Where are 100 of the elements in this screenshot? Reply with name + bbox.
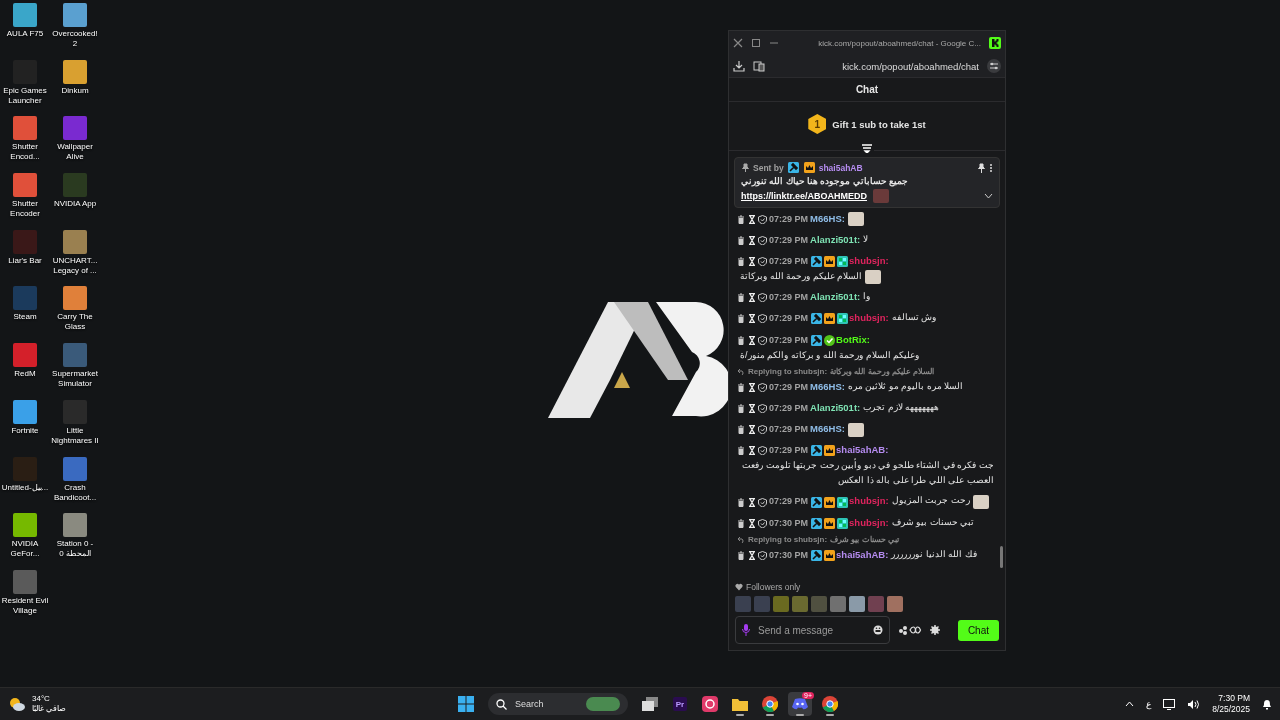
emoji-icon[interactable]: [873, 625, 883, 635]
username[interactable]: Alanzi501t:: [810, 233, 861, 245]
app-icon[interactable]: [13, 116, 37, 141]
shield-icon[interactable]: [758, 446, 768, 456]
pin-icon[interactable]: [977, 162, 986, 173]
icon-label[interactable]: NVIDIA App: [50, 199, 100, 210]
icon-label[interactable]: Shutter Encoder: [0, 199, 50, 220]
search-bar[interactable]: Search: [488, 693, 628, 715]
icon-label[interactable]: Epic Games Launcher: [0, 85, 50, 106]
clock-date[interactable]: 8/25/2025: [1212, 704, 1250, 715]
trash-icon[interactable]: [737, 293, 745, 303]
username[interactable]: BotRix:: [836, 333, 870, 345]
username[interactable]: shai5ahAB: [818, 162, 863, 173]
bell-icon[interactable]: [1262, 698, 1272, 710]
app-icon[interactable]: [63, 513, 87, 538]
users-infinity-icon[interactable]: [898, 625, 922, 635]
icon-label[interactable]: Untitled-بيل...: [0, 482, 50, 493]
icon-label[interactable]: UNCHART... Legacy of ...: [50, 255, 100, 276]
trash-icon[interactable]: [737, 404, 745, 414]
icon-label[interactable]: Dinkum: [50, 85, 100, 96]
app-icon[interactable]: [13, 173, 37, 198]
hourglass-icon[interactable]: [747, 235, 756, 245]
shield-icon[interactable]: [758, 497, 768, 507]
app-icon[interactable]: [63, 286, 87, 311]
icon-label[interactable]: Fortnite: [0, 425, 50, 436]
shield-icon[interactable]: [758, 335, 768, 345]
sliders-icon[interactable]: [987, 59, 1001, 73]
link[interactable]: https://linktr.ee/ABOAHMEDD: [741, 191, 867, 201]
scrollbar-thumb[interactable]: [1000, 546, 1003, 568]
trash-icon[interactable]: [737, 550, 745, 560]
icon-label[interactable]: Overcooked! 2: [50, 29, 100, 49]
icon-label[interactable]: Crash Bandicoot...: [50, 482, 100, 503]
hourglass-icon[interactable]: [747, 257, 756, 267]
app-icon[interactable]: [13, 343, 37, 368]
trash-icon[interactable]: [737, 497, 745, 507]
trash-icon[interactable]: [737, 382, 745, 392]
shield-icon[interactable]: [758, 550, 768, 560]
username[interactable]: shubsjn:: [849, 495, 889, 507]
network-icon[interactable]: [1163, 698, 1176, 710]
shield-icon[interactable]: [758, 314, 768, 324]
shield-icon[interactable]: [758, 214, 768, 224]
app-icon[interactable]: [63, 59, 87, 84]
hourglass-icon[interactable]: [747, 335, 756, 345]
trash-icon[interactable]: [737, 446, 745, 456]
shield-icon[interactable]: [758, 382, 768, 392]
username[interactable]: shubsjn:: [849, 254, 889, 266]
icon-label[interactable]: Wallpaper Alive: [50, 142, 100, 163]
app-icon[interactable]: [63, 456, 87, 481]
trash-icon[interactable]: [737, 425, 745, 435]
app-icon[interactable]: [13, 399, 37, 424]
hourglass-icon[interactable]: [747, 446, 756, 456]
shield-icon[interactable]: [758, 518, 768, 528]
download-icon[interactable]: [733, 60, 745, 72]
icon-label[interactable]: Supermarket Simulator: [50, 369, 100, 390]
icon-label[interactable]: AULA F75: [0, 29, 50, 39]
username[interactable]: M66HS:: [810, 423, 845, 435]
trash-icon[interactable]: [737, 335, 745, 345]
devices-icon[interactable]: [753, 60, 765, 72]
temperature[interactable]: 34°C: [32, 694, 67, 704]
collapse-icon[interactable]: [860, 144, 874, 153]
shield-icon[interactable]: [758, 257, 768, 267]
hourglass-icon[interactable]: [747, 550, 756, 560]
icon-label[interactable]: Resident Evil Village: [0, 595, 50, 616]
icon-label[interactable]: Carry The Glass: [50, 312, 100, 333]
hourglass-icon[interactable]: [747, 214, 756, 224]
send-button[interactable]: Chat: [957, 619, 999, 641]
icon-label[interactable]: Steam: [0, 312, 50, 323]
trash-icon[interactable]: [737, 257, 745, 267]
icon-label[interactable]: Little Nightmares II: [50, 425, 100, 446]
hourglass-icon[interactable]: [747, 293, 756, 303]
microphone-icon[interactable]: [742, 624, 750, 636]
hourglass-icon[interactable]: [747, 497, 756, 507]
trash-icon[interactable]: [737, 314, 745, 324]
weather-icon[interactable]: [8, 696, 26, 712]
maximize-icon[interactable]: [751, 38, 761, 48]
shield-icon[interactable]: [758, 404, 768, 414]
language-indicator[interactable]: ع: [1146, 699, 1152, 709]
hourglass-icon[interactable]: [747, 518, 756, 528]
username[interactable]: Alanzi501t:: [810, 291, 861, 303]
shield-icon[interactable]: [758, 235, 768, 245]
icon-label[interactable]: NVIDIA GeFor...: [0, 539, 50, 560]
icon-label[interactable]: Shutter Encod...: [0, 142, 50, 163]
username[interactable]: shai5ahAB:: [836, 444, 889, 456]
trash-icon[interactable]: [737, 518, 745, 528]
taskbar-app[interactable]: Pr: [668, 692, 692, 716]
trash-icon[interactable]: [737, 214, 745, 224]
hourglass-icon[interactable]: [747, 425, 756, 435]
chevron-up-icon[interactable]: [1125, 701, 1135, 707]
username[interactable]: shai5ahAB:: [836, 548, 889, 560]
clock-time[interactable]: 7:30 PM: [1218, 693, 1250, 704]
shield-icon[interactable]: [758, 425, 768, 435]
hourglass-icon[interactable]: [747, 404, 756, 414]
message-field[interactable]: Send a message: [756, 623, 867, 637]
close-icon[interactable]: [733, 38, 743, 48]
username[interactable]: shubsjn:: [849, 312, 889, 324]
username[interactable]: shubsjn:: [849, 516, 889, 528]
hourglass-icon[interactable]: [747, 314, 756, 324]
icon-label[interactable]: RedM: [0, 369, 50, 380]
volume-icon[interactable]: [1187, 698, 1201, 710]
message-box[interactable]: Send a message: [735, 616, 890, 644]
